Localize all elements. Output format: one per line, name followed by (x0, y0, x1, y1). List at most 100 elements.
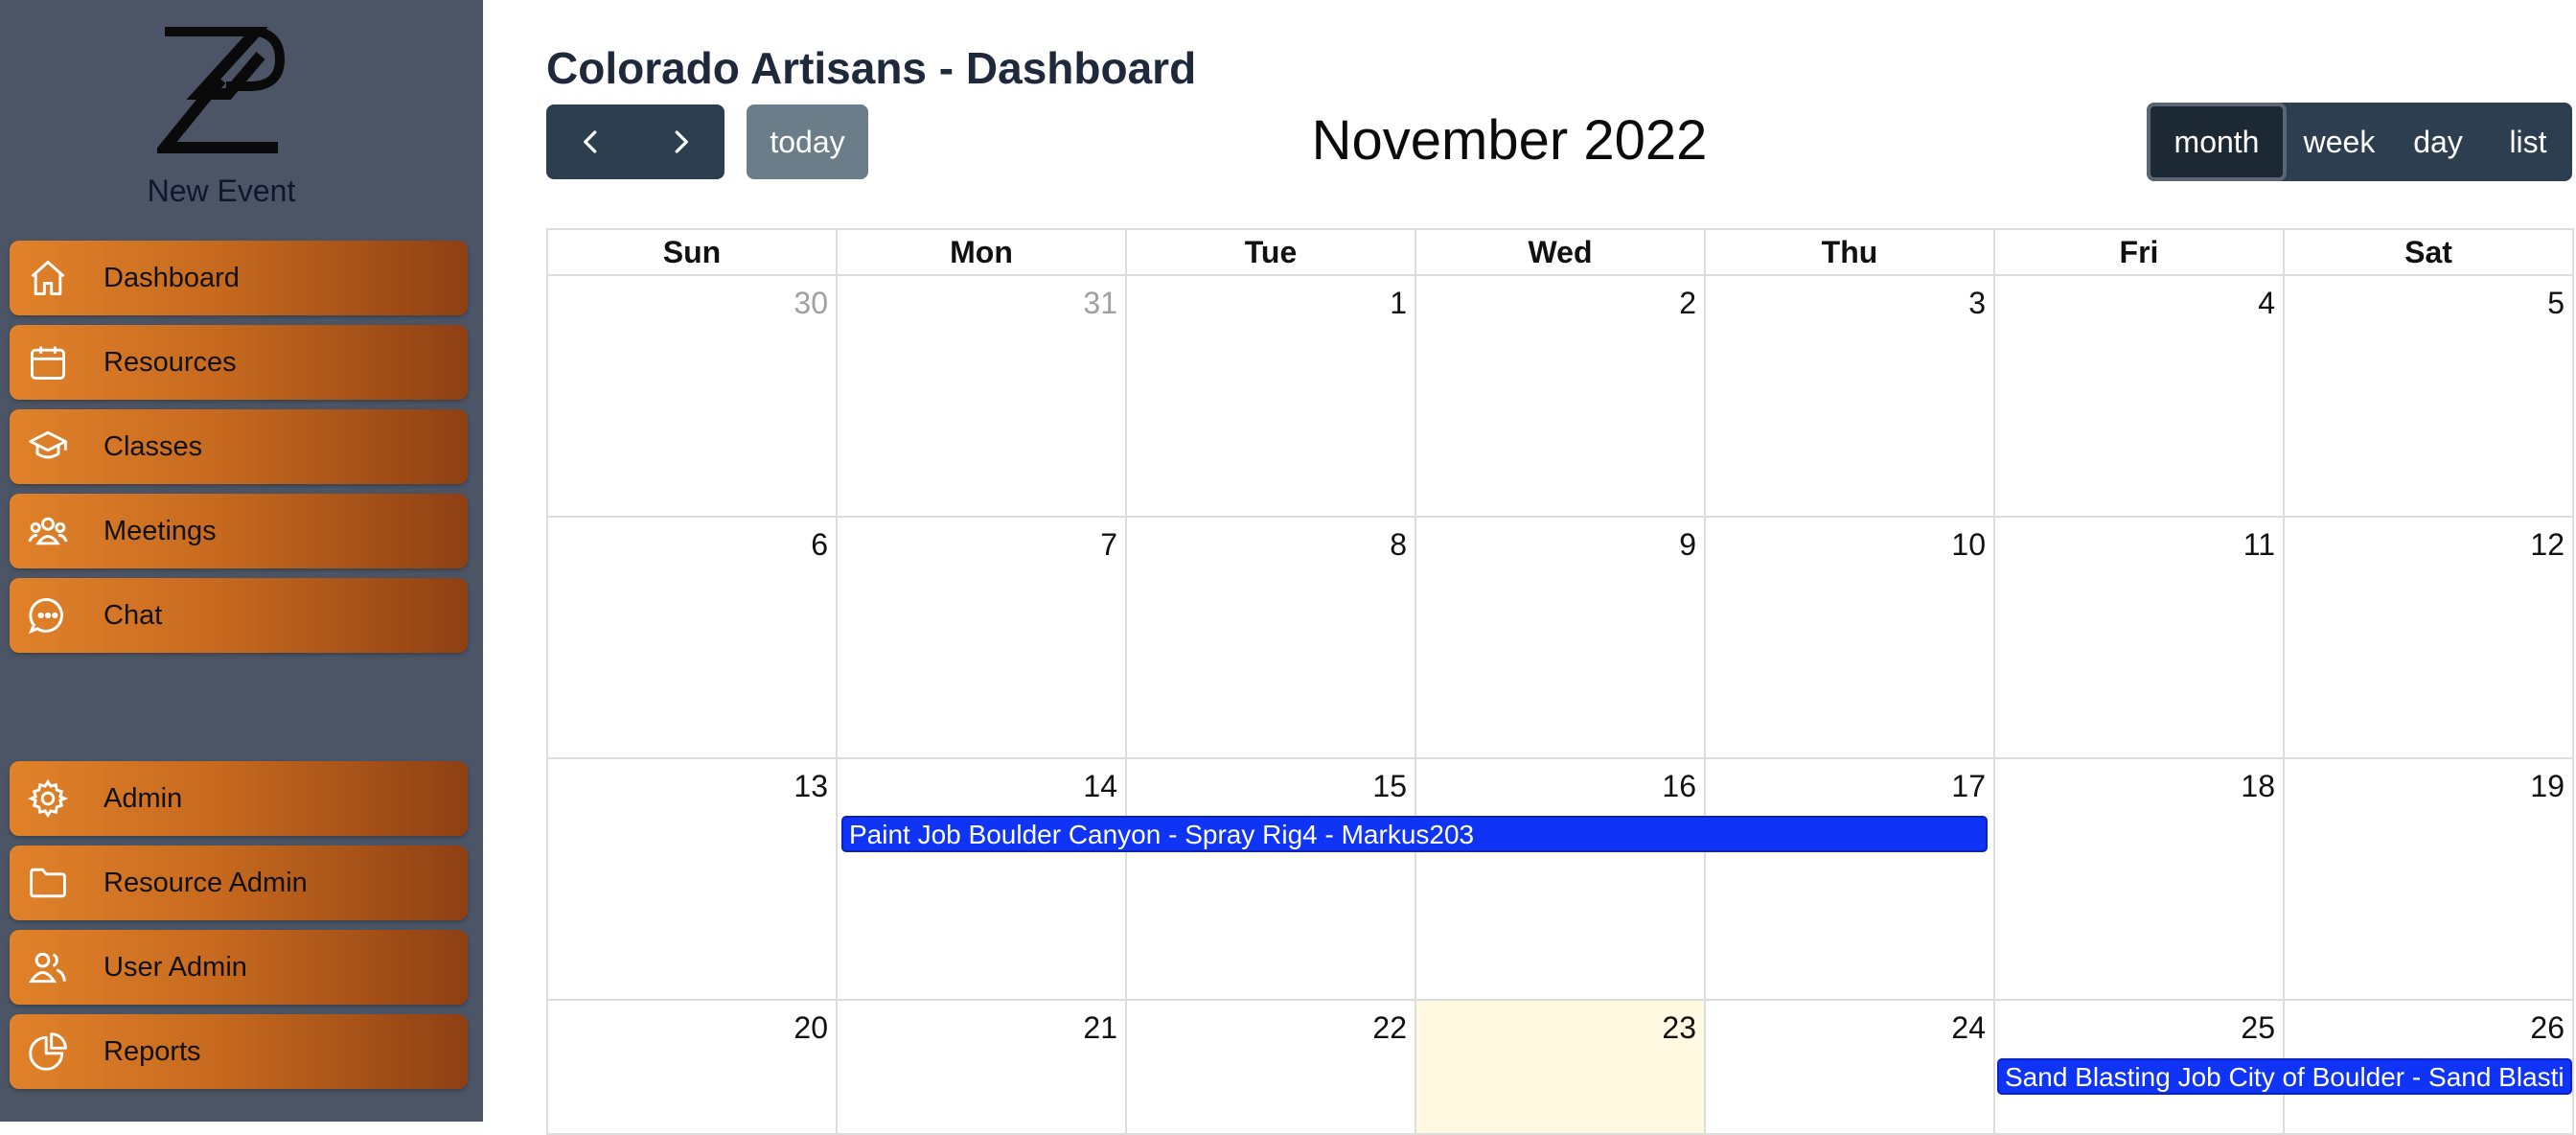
day-cell-today[interactable]: 23 (1416, 1001, 1706, 1135)
prev-next-group (546, 104, 724, 179)
day-number[interactable]: 14 (1083, 769, 1117, 804)
day-number[interactable]: 1 (1390, 286, 1407, 321)
weekday-header: Fri (1995, 230, 2285, 276)
weekday-header: Mon (838, 230, 1127, 276)
day-cell[interactable]: 12 (2285, 518, 2574, 759)
calendar-title: November 2022 (1311, 109, 1708, 172)
day-number[interactable]: 5 (2547, 286, 2564, 321)
next-button[interactable] (635, 104, 724, 179)
day-number[interactable]: 23 (1662, 1010, 1696, 1046)
weekday-header: Wed (1416, 230, 1706, 276)
sidebar-item-user-admin[interactable]: User Admin (10, 930, 468, 1005)
day-cell[interactable]: 17 (1706, 759, 1995, 1001)
sidebar-item-resources[interactable]: Resources (10, 325, 468, 400)
sidebar-item-meetings[interactable]: Meetings (10, 494, 468, 568)
day-cell[interactable]: 31 (838, 276, 1127, 518)
sidebar-item-dashboard[interactable]: Dashboard (10, 241, 468, 315)
day-number[interactable]: 18 (2241, 769, 2275, 804)
day-number[interactable]: 4 (2258, 286, 2275, 321)
day-cell[interactable]: 4 (1995, 276, 2285, 518)
day-number[interactable]: 13 (794, 769, 828, 804)
day-number[interactable]: 26 (2530, 1010, 2564, 1046)
day-cell[interactable]: 13 (548, 759, 838, 1001)
day-cell[interactable]: 11 (1995, 518, 2285, 759)
day-number[interactable]: 31 (1083, 286, 1117, 321)
today-button[interactable]: today (747, 104, 868, 179)
day-cell[interactable]: 20 (548, 1001, 838, 1135)
day-cell[interactable]: 3 (1706, 276, 1995, 518)
day-number[interactable]: 2 (1679, 286, 1696, 321)
month-grid: Sun Mon Tue Wed Thu Fri Sat 30 31 1 2 3 … (546, 228, 2574, 1135)
day-cell[interactable]: 5 (2285, 276, 2574, 518)
day-number[interactable]: 30 (794, 286, 828, 321)
day-cell[interactable]: 16 (1416, 759, 1706, 1001)
day-cell[interactable]: 21 (838, 1001, 1127, 1135)
sidebar-item-label: Admin (104, 782, 183, 814)
day-cell[interactable]: 22 (1127, 1001, 1416, 1135)
weekday-header: Tue (1127, 230, 1416, 276)
sidebar-item-label: Chat (104, 599, 163, 631)
day-cell[interactable]: 10 (1706, 518, 1995, 759)
gear-icon (27, 776, 84, 822)
day-cell[interactable]: 14 (838, 759, 1127, 1001)
sidebar-item-label: User Admin (104, 951, 247, 983)
view-month-button[interactable]: month (2147, 103, 2287, 181)
day-number[interactable]: 17 (1951, 769, 1986, 804)
sidebar-item-admin[interactable]: Admin (10, 761, 468, 836)
sidebar-item-label: Resource Admin (104, 867, 308, 898)
day-number[interactable]: 6 (811, 527, 828, 563)
brand-logo[interactable] (0, 25, 443, 160)
new-event-label[interactable]: New Event (0, 174, 443, 209)
sidebar-item-label: Reports (104, 1035, 201, 1067)
chevron-left-icon (583, 130, 596, 153)
users-icon (27, 944, 84, 990)
day-number[interactable]: 22 (1372, 1010, 1407, 1046)
day-cell[interactable]: 2 (1416, 276, 1706, 518)
calendar-event[interactable]: Paint Job Boulder Canyon - Spray Rig4 - … (841, 816, 1988, 852)
new-event-link[interactable]: New Event (0, 25, 443, 209)
sidebar-item-classes[interactable]: Classes (10, 409, 468, 484)
day-cell[interactable]: 24 (1706, 1001, 1995, 1135)
day-number[interactable]: 16 (1662, 769, 1696, 804)
day-cell[interactable]: 30 (548, 276, 838, 518)
day-cell[interactable]: 9 (1416, 518, 1706, 759)
day-cell[interactable]: 7 (838, 518, 1127, 759)
day-number[interactable]: 11 (2243, 527, 2275, 563)
sidebar-item-resource-admin[interactable]: Resource Admin (10, 845, 468, 920)
week-row: 13 14 15 16 17 18 19 (548, 759, 2574, 1001)
week-row: 30 31 1 2 3 4 5 (548, 276, 2574, 518)
view-day-button[interactable]: day (2392, 103, 2484, 181)
sidebar-item-chat[interactable]: Chat (10, 578, 468, 653)
day-number[interactable]: 3 (1968, 286, 1986, 321)
weekday-header: Thu (1706, 230, 1995, 276)
day-number[interactable]: 21 (1083, 1010, 1117, 1046)
day-cell[interactable]: 19 (2285, 759, 2574, 1001)
day-number[interactable]: 7 (1100, 527, 1117, 563)
pie-chart-icon (27, 1029, 84, 1075)
calendar-event[interactable]: Sand Blasting Job City of Boulder - Sand… (1997, 1058, 2572, 1095)
day-number[interactable]: 25 (2241, 1010, 2275, 1046)
view-list-button[interactable]: list (2484, 103, 2572, 181)
day-number[interactable]: 20 (794, 1010, 828, 1046)
view-week-button[interactable]: week (2287, 103, 2392, 181)
day-cell[interactable]: 15 (1127, 759, 1416, 1001)
day-number[interactable]: 19 (2530, 769, 2564, 804)
day-cell[interactable]: 6 (548, 518, 838, 759)
graduation-cap-icon (27, 424, 84, 470)
day-number[interactable]: 24 (1951, 1010, 1986, 1046)
weekday-header: Sun (548, 230, 838, 276)
day-cell[interactable]: 18 (1995, 759, 2285, 1001)
sidebar-item-reports[interactable]: Reports (10, 1014, 468, 1089)
sidebar: New Event Dashboard Resources Classes Me… (0, 0, 483, 1122)
day-number[interactable]: 9 (1679, 527, 1696, 563)
day-number[interactable]: 12 (2530, 527, 2564, 563)
day-number[interactable]: 8 (1390, 527, 1407, 563)
sidebar-item-label: Dashboard (104, 262, 240, 293)
day-number[interactable]: 10 (1951, 527, 1986, 563)
weekday-header-row: Sun Mon Tue Wed Thu Fri Sat (548, 230, 2574, 276)
day-cell[interactable]: 1 (1127, 276, 1416, 518)
day-number[interactable]: 15 (1372, 769, 1407, 804)
day-cell[interactable]: 8 (1127, 518, 1416, 759)
prev-button[interactable] (546, 104, 635, 179)
view-switcher: month week day list (2147, 103, 2572, 181)
